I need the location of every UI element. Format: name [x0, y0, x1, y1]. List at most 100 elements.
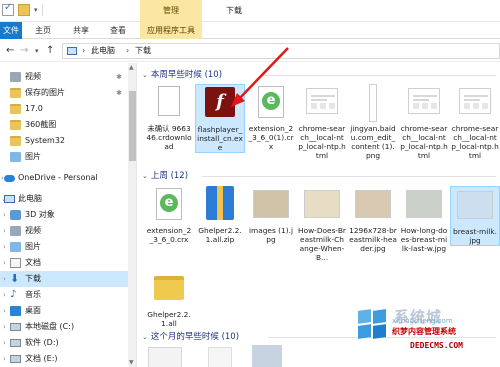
- file-thumbnail-partial[interactable]: [252, 345, 282, 367]
- breadcrumb-this-pc[interactable]: 此电脑: [91, 44, 115, 58]
- sidebar-item-onedrive[interactable]: › OneDrive - Personal: [0, 170, 128, 186]
- file-icon: [158, 86, 180, 116]
- navigation-pane: 视频 ✱ 保存的图片 ✱ 17.0 360截图 System32 图片 › On…: [0, 63, 137, 367]
- file-item[interactable]: Ghelper2.2.1.all.zip: [195, 186, 245, 244]
- chevron-down-icon[interactable]: ⌄: [142, 172, 148, 180]
- group-header-earlier-this-week[interactable]: ⌄ 本周早些时候 (10): [142, 68, 496, 82]
- properties-icon[interactable]: [2, 2, 14, 16]
- sidebar-item-360[interactable]: 360截图: [0, 117, 128, 133]
- chevron-right-icon[interactable]: ›: [3, 303, 6, 319]
- qat-dropdown-icon[interactable]: ▾: [34, 6, 38, 14]
- watermark: 系统城 xitongcheng.com 织梦内容管理系统 DEDECMS.COM: [352, 306, 500, 367]
- sidebar-item-drive-c[interactable]: › 本地磁盘 (C:): [0, 319, 128, 335]
- sidebar-item-videos[interactable]: › 视频: [0, 223, 128, 239]
- forward-arrow-icon[interactable]: →: [20, 44, 28, 58]
- tab-home[interactable]: 主页: [28, 22, 58, 39]
- scroll-down-icon[interactable]: ▼: [129, 359, 134, 366]
- tab-application-tools[interactable]: 应用程序工具: [140, 22, 202, 39]
- chevron-right-icon[interactable]: ›: [3, 335, 6, 351]
- sidebar-scrollbar[interactable]: ▲ ▼: [128, 63, 136, 367]
- file-item[interactable]: 未确认 966346.crdownload: [144, 84, 194, 151]
- file-item[interactable]: breast-milk.jpg: [450, 186, 500, 246]
- file-item[interactable]: e extension_2_3_6_0(1).crx: [246, 84, 296, 151]
- sidebar-item-17[interactable]: 17.0: [0, 101, 128, 117]
- chevron-right-icon[interactable]: ›: [3, 287, 6, 303]
- window-title: 下载: [226, 6, 242, 15]
- up-arrow-icon[interactable]: ↑: [46, 44, 54, 58]
- address-input[interactable]: › 此电脑 › 下载: [62, 43, 500, 59]
- file-name: How-long-does-breast-milk-last-w.jpg: [400, 226, 448, 253]
- folder-icon: [154, 276, 184, 300]
- sidebar-item-videos-pinned[interactable]: 视频 ✱: [0, 69, 128, 85]
- file-name: Ghelper2.2.1.all: [147, 310, 191, 328]
- sidebar-item-desktop[interactable]: › 桌面: [0, 303, 128, 319]
- chevron-right-icon[interactable]: ›: [3, 351, 6, 367]
- sidebar-item-saved-pictures[interactable]: 保存的图片 ✱: [0, 85, 128, 101]
- file-name: jingyan.baidu.com_edit_content (1).png: [350, 124, 396, 160]
- quick-access-toolbar: ▾: [2, 2, 43, 16]
- tab-share[interactable]: 共享: [66, 22, 96, 39]
- file-item[interactable]: How-long-does-breast-milk-last-w.jpg: [399, 186, 449, 253]
- file-item[interactable]: chrome-search__local-ntp_local-ntp.html: [450, 84, 500, 160]
- drive-icon: [10, 339, 21, 347]
- qat-separator: [41, 4, 43, 16]
- file-name: flashplayer_install_cn.exe: [197, 125, 243, 152]
- this-pc-icon: [4, 195, 15, 203]
- breadcrumb-separator: ›: [126, 46, 130, 55]
- sidebar-item-drive-d[interactable]: › 软件 (D:): [0, 335, 128, 351]
- sidebar-item-3d-objects[interactable]: › 3D 对象: [0, 207, 128, 223]
- sidebar-item-downloads[interactable]: › ⬇ 下载: [0, 271, 128, 287]
- sidebar-item-pictures[interactable]: › 图片: [0, 239, 128, 255]
- zip-archive-icon: [206, 186, 234, 220]
- file-thumbnail-partial[interactable]: [208, 347, 232, 367]
- scrollbar-thumb[interactable]: [129, 91, 136, 161]
- chevron-right-icon[interactable]: ›: [3, 319, 6, 335]
- scroll-up-icon[interactable]: ▲: [129, 64, 134, 71]
- new-folder-icon[interactable]: [18, 4, 30, 16]
- folder-icon: [10, 120, 21, 130]
- file-thumbnail: [457, 84, 493, 124]
- file-item[interactable]: chrome-search__local-ntp_local-ntp.html: [297, 84, 347, 160]
- explorer-window: ▾ 管理 下载 文件 主页 共享 查看 应用程序工具 ← → ▾ ↑ › 此电脑…: [0, 0, 500, 367]
- chevron-right-icon[interactable]: ›: [3, 271, 6, 287]
- breadcrumb-downloads[interactable]: 下载: [135, 44, 151, 58]
- sidebar-item-system32[interactable]: System32: [0, 133, 128, 149]
- chevron-down-icon[interactable]: ⌄: [142, 333, 148, 341]
- file-item[interactable]: jingyan.baidu.com_edit_content (1).png: [348, 84, 398, 160]
- file-item[interactable]: e extension_2_3_6_0.crx: [144, 186, 194, 244]
- file-item[interactable]: 1296x728-breastmilk-header.jpg: [348, 186, 398, 253]
- file-thumbnail: [151, 270, 187, 310]
- breadcrumb-separator: ›: [82, 46, 86, 55]
- group-header-last-week[interactable]: ⌄ 上周 (12): [142, 169, 496, 183]
- sidebar-item-music[interactable]: › ♪ 音乐: [0, 287, 128, 303]
- file-name: extension_2_3_6_0(1).crx: [248, 124, 294, 151]
- file-thumbnail: f: [202, 85, 238, 125]
- file-thumbnail: [355, 84, 391, 124]
- chevron-right-icon[interactable]: ›: [3, 207, 6, 223]
- tab-view[interactable]: 查看: [103, 22, 133, 39]
- sidebar-item-documents[interactable]: › 文档: [0, 255, 128, 271]
- sidebar-item-drive-e[interactable]: › 文档 (E:): [0, 351, 128, 367]
- file-item[interactable]: chrome-search__local-ntp_local-ntp.html: [399, 84, 449, 160]
- file-item[interactable]: images (1).jpg: [246, 186, 296, 244]
- tab-file[interactable]: 文件: [0, 22, 22, 39]
- watermark-sub: xitongcheng.com: [392, 317, 453, 325]
- file-item[interactable]: f flashplayer_install_cn.exe: [195, 84, 245, 153]
- photo-thumbnail: [355, 190, 391, 218]
- sidebar-item-pictures-pinned[interactable]: 图片: [0, 149, 128, 165]
- crx-file-icon: e: [156, 188, 182, 220]
- chevron-right-icon[interactable]: ›: [3, 223, 6, 239]
- file-thumbnail-partial[interactable]: [148, 347, 182, 367]
- title-bar: ▾ 管理 下载: [0, 0, 500, 22]
- chevron-right-icon[interactable]: ›: [3, 239, 6, 255]
- sidebar-item-this-pc[interactable]: ⌄ 此电脑: [0, 191, 128, 207]
- back-arrow-icon[interactable]: ←: [6, 44, 14, 58]
- recent-locations-icon[interactable]: ▾: [35, 44, 39, 58]
- file-item[interactable]: How-Does-Breastmilk-Change-When-B...: [297, 186, 347, 262]
- chevron-right-icon[interactable]: ›: [3, 255, 6, 271]
- file-item[interactable]: Ghelper2.2.1.all: [144, 270, 194, 328]
- file-name: How-Does-Breastmilk-Change-When-B...: [298, 226, 346, 262]
- chevron-down-icon[interactable]: ⌄: [142, 71, 148, 79]
- file-name: chrome-search__local-ntp_local-ntp.html: [451, 124, 499, 160]
- file-name: 未确认 966346.crdownload: [146, 124, 192, 151]
